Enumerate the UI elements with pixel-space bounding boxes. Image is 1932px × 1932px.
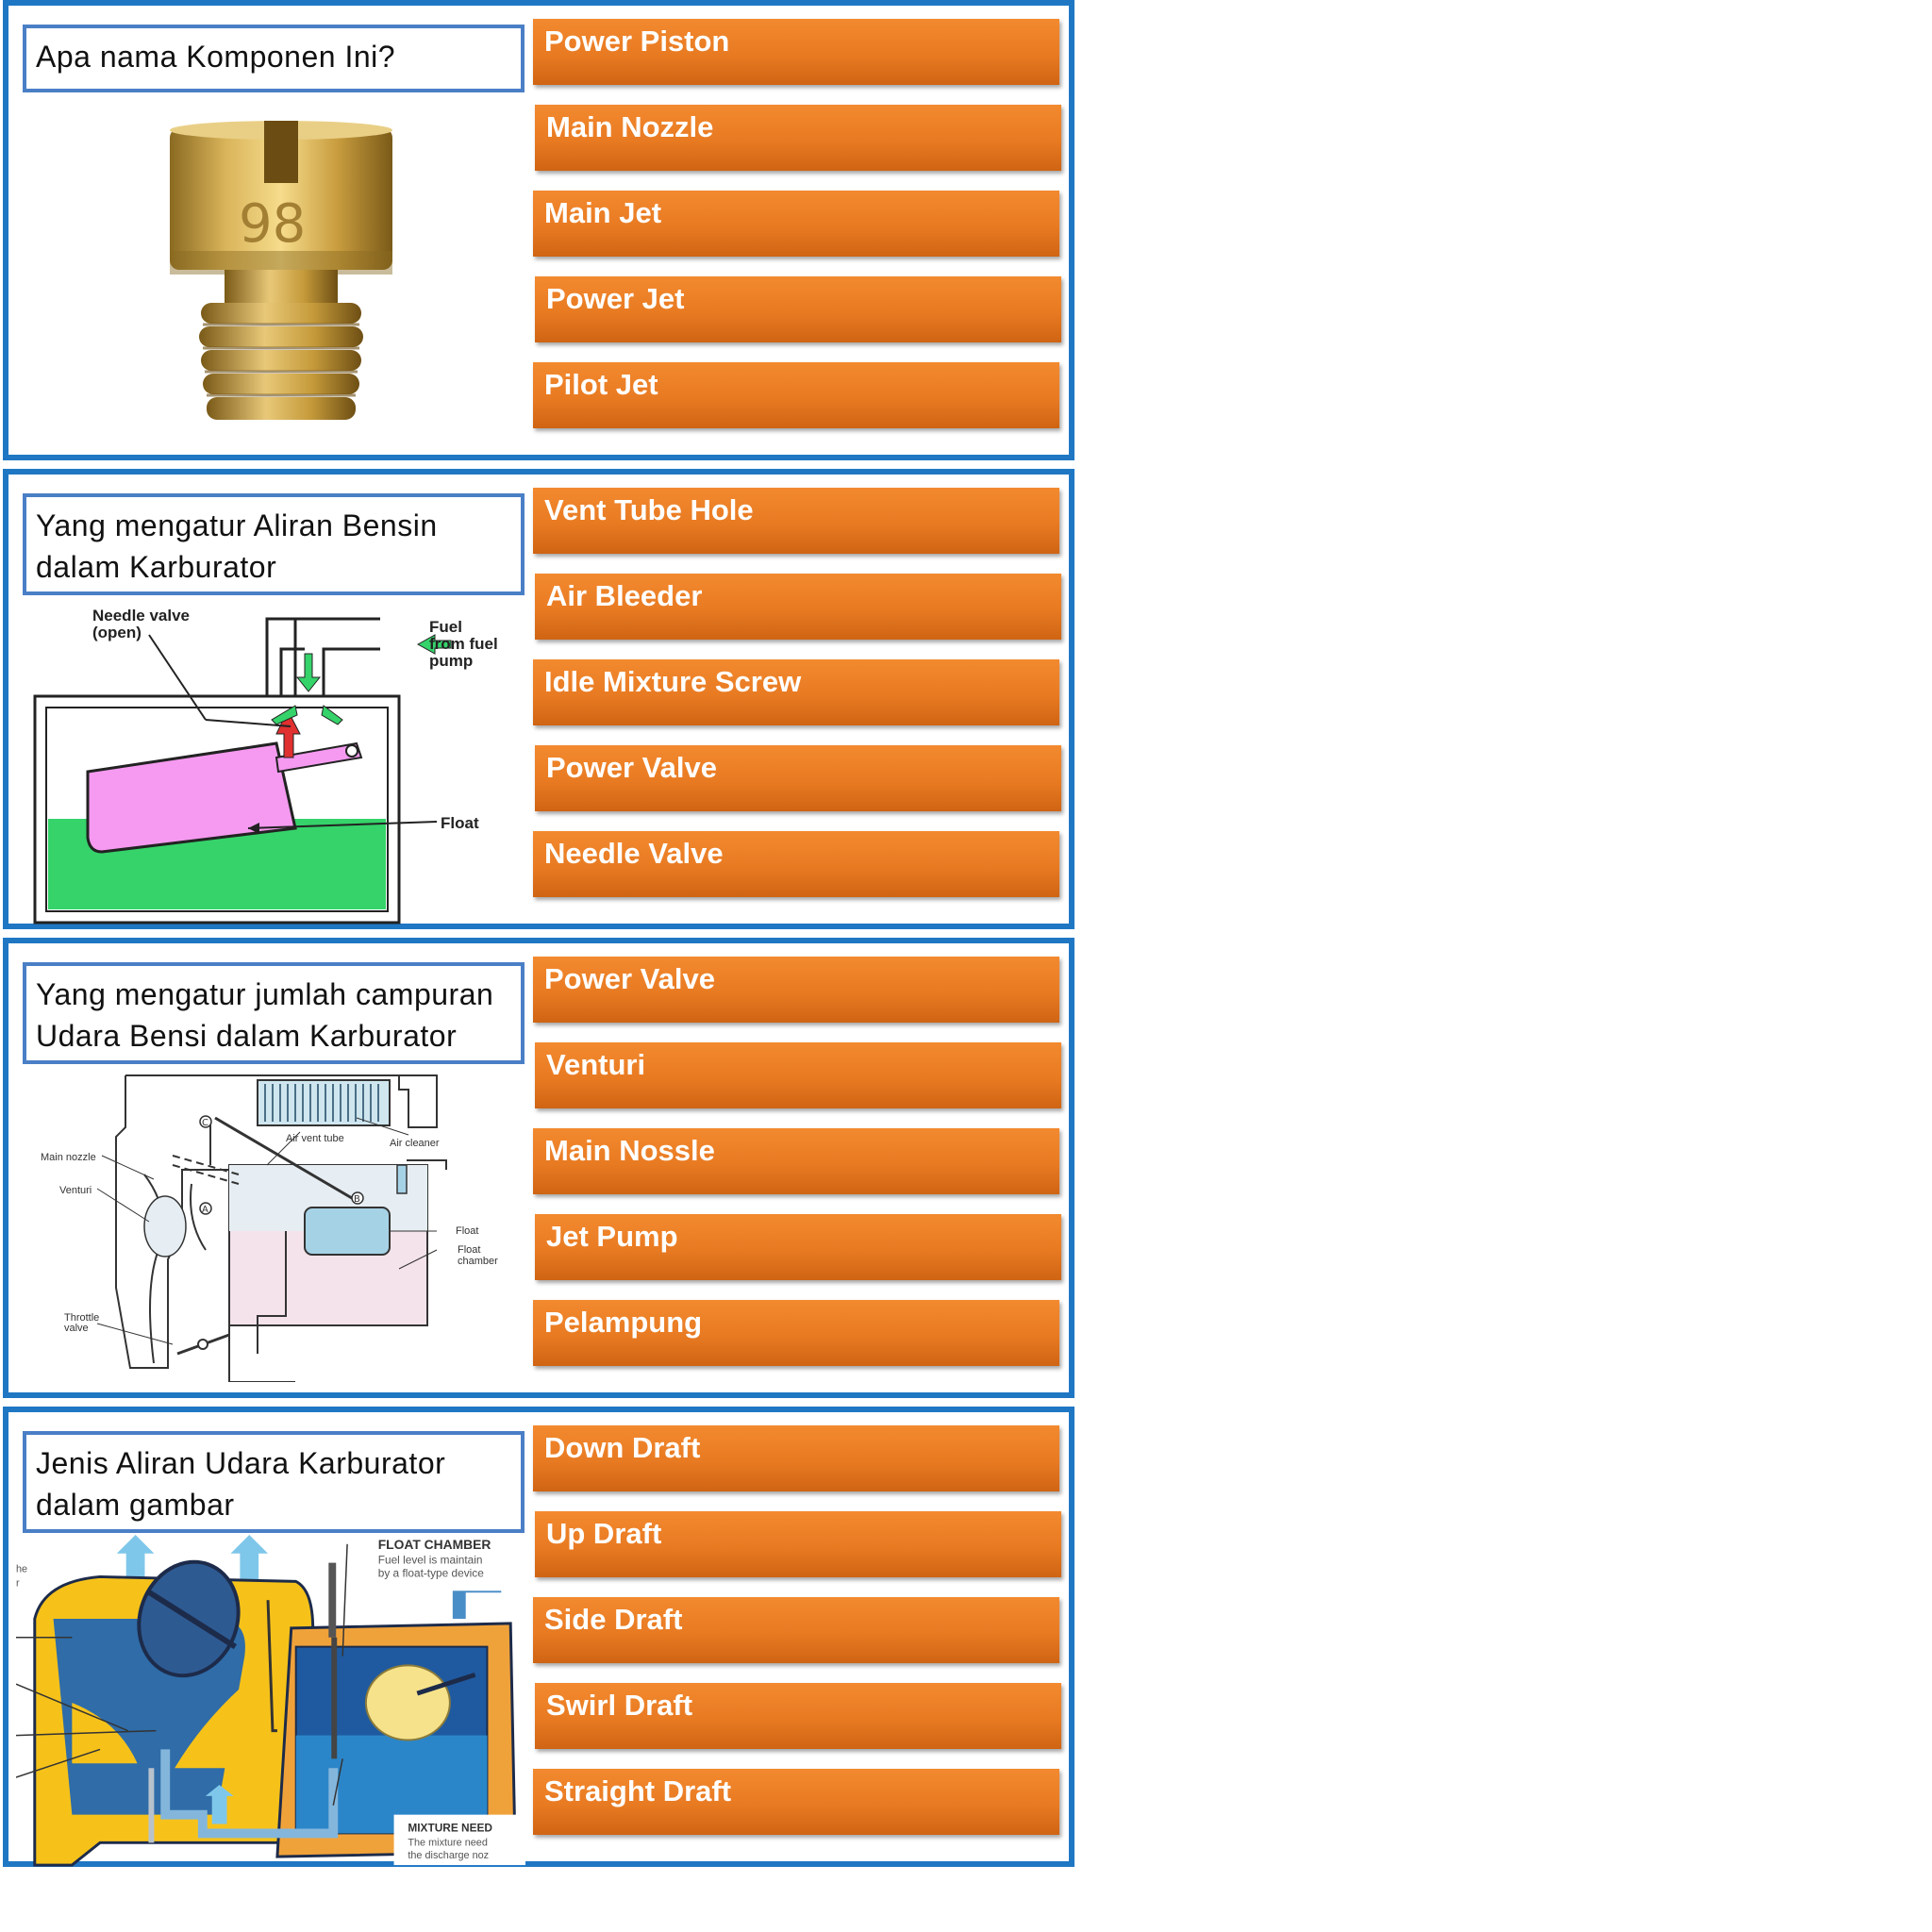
option-button[interactable]: Pilot Jet — [533, 362, 1059, 428]
answer-options: Vent Tube Hole Air Bleeder Idle Mixture … — [533, 488, 1065, 917]
marker-b: B — [354, 1194, 360, 1205]
float-desc-line-2: by a float-type device — [378, 1566, 484, 1579]
float-chamber-label-2: chamber — [458, 1256, 498, 1267]
answer-options: Power Piston Main Nozzle Main Jet Power … — [533, 19, 1065, 448]
air-cleaner-label: Air cleaner — [390, 1138, 440, 1149]
answer-options: Power Valve Venturi Main Nossle Jet Pump… — [533, 957, 1065, 1386]
mixture-desc-line-2: the discharge noz — [408, 1850, 489, 1861]
quiz-card-2: Yang mengatur Aliran Bensin dalam Karbur… — [3, 469, 1074, 929]
question-text: Yang mengatur Aliran Bensin dalam Karbur… — [23, 493, 525, 595]
quiz-card-4: Jenis Aliran Udara Karburator dalam gamb… — [3, 1407, 1074, 1867]
option-button[interactable]: Power Valve — [535, 745, 1061, 811]
option-button[interactable]: Swirl Draft — [535, 1683, 1061, 1749]
option-button[interactable]: Straight Draft — [533, 1769, 1059, 1835]
edge-label-2: r — [16, 1577, 20, 1589]
main-nozzle-label: Main nozzle — [41, 1152, 96, 1163]
option-button[interactable]: Needle Valve — [533, 831, 1059, 897]
option-button[interactable]: Idle Mixture Screw — [533, 659, 1059, 725]
option-button[interactable]: Air Bleeder — [535, 574, 1061, 640]
float-chamber-label: Float — [458, 1244, 480, 1256]
pump-label: pump — [429, 652, 473, 670]
needle-valve-diagram: Needle valve (open) Fuel from fuel pump … — [33, 607, 498, 924]
carburetor-cross-section-diagram: C A B Air vent tube Air cleaner Main noz… — [41, 1074, 498, 1382]
float-label: Float — [456, 1225, 478, 1237]
quiz-card-3: Yang mengatur jumlah campuran Udara Bens… — [3, 938, 1074, 1398]
needle-valve-label: Needle valve — [92, 607, 190, 625]
float-label: Float — [441, 814, 479, 832]
throttle-valve-label: valve — [64, 1323, 89, 1334]
answer-options: Down Draft Up Draft Side Draft Swirl Dra… — [533, 1425, 1065, 1855]
option-button[interactable]: Power Jet — [535, 276, 1061, 342]
option-button[interactable]: Up Draft — [535, 1511, 1061, 1577]
option-button[interactable]: Jet Pump — [535, 1214, 1061, 1280]
marker-c: C — [202, 1118, 208, 1128]
option-button[interactable]: Main Nossle — [533, 1128, 1059, 1194]
question-text: Jenis Aliran Udara Karburator dalam gamb… — [23, 1431, 525, 1533]
air-vent-tube-label: Air vent tube — [286, 1133, 344, 1144]
main-jet-photo: 98 — [170, 121, 392, 420]
float-chamber-label: FLOAT CHAMBER — [378, 1537, 491, 1552]
needle-valve-open-label: (open) — [92, 624, 142, 641]
option-button[interactable]: Venturi — [535, 1042, 1061, 1108]
quiz-card-1: Apa nama Komponen Ini? 98 Power Piston M… — [3, 0, 1074, 460]
float-desc-line-1: Fuel level is maintain — [378, 1554, 483, 1567]
downdraft-carburetor-illustration: FLOAT CHAMBER Fuel level is maintain by … — [16, 1534, 525, 1867]
venturi-label: Venturi — [59, 1185, 92, 1196]
mixture-desc-line-1: The mixture need — [408, 1837, 488, 1848]
option-button[interactable]: Vent Tube Hole — [533, 488, 1059, 554]
option-button[interactable]: Main Jet — [533, 191, 1059, 257]
jet-size-stamp: 98 — [239, 193, 306, 255]
option-button[interactable]: Pelampung — [533, 1300, 1059, 1366]
option-button[interactable]: Side Draft — [533, 1597, 1059, 1663]
option-button[interactable]: Main Nozzle — [535, 105, 1061, 171]
option-button[interactable]: Down Draft — [533, 1425, 1059, 1491]
option-button[interactable]: Power Piston — [533, 19, 1059, 85]
question-text: Apa nama Komponen Ini? — [23, 25, 525, 92]
option-button[interactable]: Power Valve — [533, 957, 1059, 1023]
from-fuel-label: from fuel — [429, 635, 498, 653]
fuel-label: Fuel — [429, 618, 462, 636]
mixture-needle-label: MIXTURE NEED — [408, 1821, 492, 1834]
marker-a: A — [202, 1205, 208, 1215]
edge-label-1: he — [16, 1564, 27, 1575]
question-text: Yang mengatur jumlah campuran Udara Bens… — [23, 962, 525, 1064]
